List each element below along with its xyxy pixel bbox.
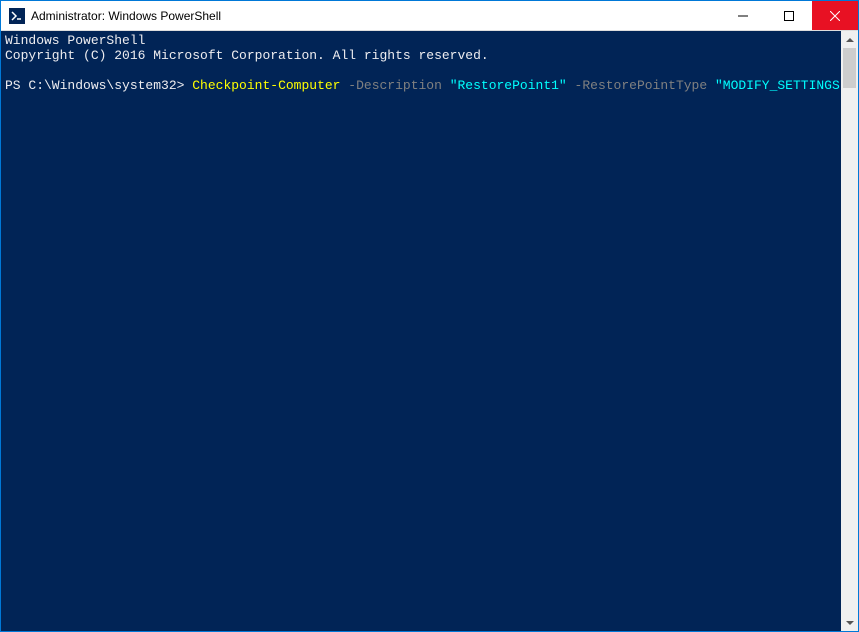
close-button[interactable]	[812, 1, 858, 30]
param-description: -Description	[340, 78, 449, 93]
value-description: "RestorePoint1"	[450, 78, 567, 93]
value-restoretype: "MODIFY_SETTINGS"	[715, 78, 841, 93]
maximize-button[interactable]	[766, 1, 812, 30]
prompt-path: C:\Windows\system32>	[28, 78, 184, 93]
window-controls	[720, 1, 858, 30]
scroll-track[interactable]	[841, 48, 858, 614]
minimize-button[interactable]	[720, 1, 766, 30]
copyright-line: Copyright (C) 2016 Microsoft Corporation…	[5, 48, 489, 63]
cmdlet-name: Checkpoint-Computer	[192, 78, 340, 93]
scroll-up-button[interactable]	[841, 31, 858, 48]
vertical-scrollbar[interactable]	[841, 31, 858, 631]
powershell-window: Administrator: Windows PowerShell Window…	[0, 0, 859, 632]
window-title: Administrator: Windows PowerShell	[31, 9, 720, 23]
console-area: Windows PowerShell Copyright (C) 2016 Mi…	[1, 31, 858, 631]
prompt-ps: PS	[5, 78, 28, 93]
titlebar[interactable]: Administrator: Windows PowerShell	[1, 1, 858, 31]
scroll-down-button[interactable]	[841, 614, 858, 631]
param-restoretype: -RestorePointType	[567, 78, 715, 93]
powershell-icon	[9, 8, 25, 24]
scroll-thumb[interactable]	[843, 48, 856, 88]
console-output[interactable]: Windows PowerShell Copyright (C) 2016 Mi…	[1, 31, 841, 631]
header-line: Windows PowerShell	[5, 33, 145, 48]
